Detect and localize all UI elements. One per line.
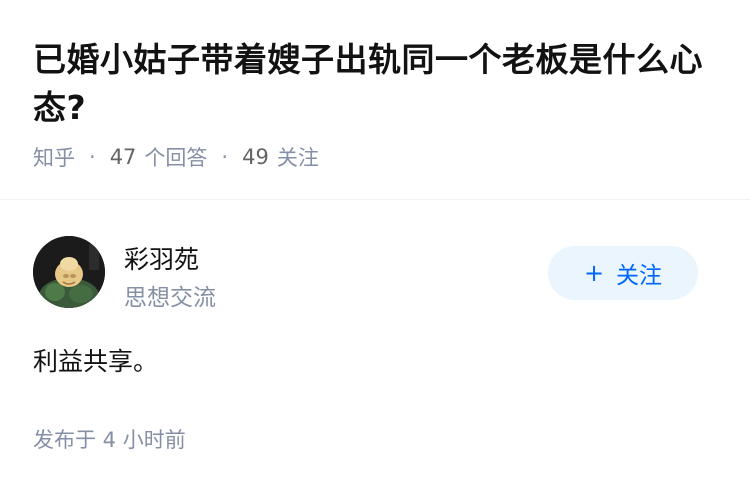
question-meta: 知乎 · 47 个回答 · 49 关注 bbox=[33, 144, 723, 170]
question-title[interactable]: 已婚小姑子带着嫂子出轨同一个老板是什么心态? bbox=[33, 36, 723, 132]
separator-dot: · bbox=[221, 145, 229, 169]
follower-count-label: 关注 bbox=[276, 146, 319, 170]
question-header: 已婚小姑子带着嫂子出轨同一个老板是什么心态? 知乎 · 47 个回答 · 49 … bbox=[33, 36, 723, 170]
author-name[interactable]: 彩羽苑 bbox=[124, 240, 199, 276]
answer-count-label[interactable]: 个回答 bbox=[144, 142, 207, 172]
plus-icon: + bbox=[583, 259, 605, 287]
source-label[interactable]: 知乎 bbox=[33, 142, 75, 172]
author-description: 思想交流 bbox=[124, 285, 216, 311]
divider bbox=[0, 199, 750, 200]
answer-count: 47 bbox=[109, 145, 137, 169]
avatar[interactable] bbox=[33, 236, 105, 308]
answer-content: 利益共享。 bbox=[33, 347, 159, 376]
follower-count: 49 bbox=[242, 145, 269, 169]
avatar-image bbox=[33, 236, 105, 308]
follow-button[interactable]: + 关注 bbox=[548, 246, 698, 300]
separator-dot: · bbox=[89, 145, 96, 169]
publish-time: 发布于 4 小时前 bbox=[33, 428, 186, 452]
follow-button-label: 关注 bbox=[616, 263, 663, 289]
